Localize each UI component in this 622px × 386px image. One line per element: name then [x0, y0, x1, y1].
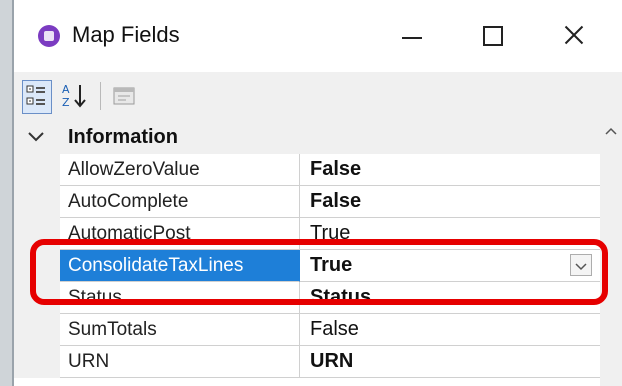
title-bar: Map Fields	[14, 0, 622, 72]
property-name: SumTotals	[60, 314, 300, 346]
property-name: Status	[60, 282, 300, 314]
property-row[interactable]: Status Status	[14, 282, 600, 314]
svg-text:Z: Z	[62, 96, 70, 109]
vertical-scrollbar[interactable]	[600, 120, 622, 386]
property-value-dropdown[interactable]: True	[300, 250, 600, 282]
property-grid: Information AllowZeroValue False AutoCom…	[14, 120, 600, 386]
map-fields-window: Map Fields A Z Information AllowZeroValu…	[14, 0, 622, 386]
svg-text:A: A	[62, 83, 70, 96]
dropdown-chevron-icon[interactable]	[570, 254, 592, 276]
category-header-information[interactable]: Information	[14, 120, 600, 154]
property-toolbar: A Z	[14, 72, 622, 120]
collapse-chevron-icon[interactable]	[26, 128, 46, 146]
property-value[interactable]: False	[300, 154, 600, 186]
property-value[interactable]: True	[300, 218, 600, 250]
category-label: Information	[68, 126, 178, 148]
close-icon[interactable]	[544, 10, 604, 60]
property-row-selected[interactable]: ConsolidateTaxLines True	[14, 250, 600, 282]
property-name: ConsolidateTaxLines	[60, 250, 300, 282]
sort-alphabetical-icon[interactable]: A Z	[60, 80, 88, 112]
property-pages-icon[interactable]	[110, 80, 138, 112]
categorized-icon[interactable]	[22, 80, 52, 114]
window-title: Map Fields	[72, 22, 180, 47]
minimize-icon[interactable]	[382, 10, 442, 60]
property-name: AllowZeroValue	[60, 154, 300, 186]
app-logo-icon	[38, 25, 60, 47]
background-window-edge	[0, 0, 14, 386]
property-row[interactable]: SumTotals False	[14, 314, 600, 346]
property-name: AutoComplete	[60, 186, 300, 218]
property-name: AutomaticPost	[60, 218, 300, 250]
property-value[interactable]: False	[300, 314, 600, 346]
property-row[interactable]: AutomaticPost True	[14, 218, 600, 250]
property-name: URN	[60, 346, 300, 378]
property-value[interactable]: Status	[300, 282, 600, 314]
property-value[interactable]: URN	[300, 346, 600, 378]
property-row[interactable]: URN URN	[14, 346, 600, 378]
property-row[interactable]: AllowZeroValue False	[14, 154, 600, 186]
property-value: True	[310, 254, 353, 276]
maximize-icon[interactable]	[462, 10, 522, 60]
property-value[interactable]: False	[300, 186, 600, 218]
toolbar-separator	[100, 82, 101, 110]
scroll-up-icon[interactable]	[600, 120, 622, 144]
property-row[interactable]: AutoComplete False	[14, 186, 600, 218]
